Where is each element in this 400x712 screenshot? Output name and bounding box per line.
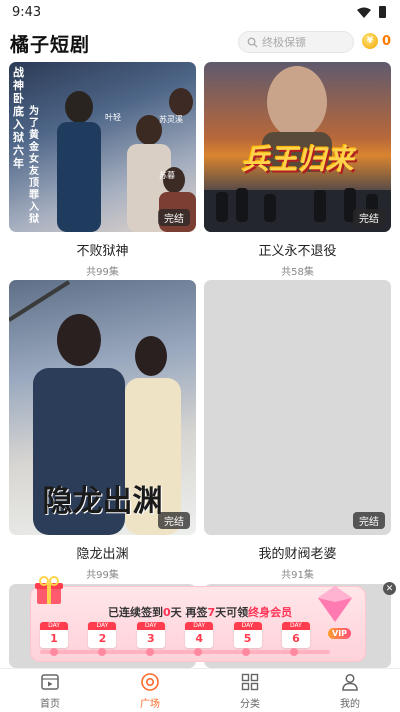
status-badge: 完结 bbox=[353, 209, 385, 226]
drama-poster[interactable]: 完结 bbox=[204, 280, 391, 535]
progress-dot bbox=[194, 648, 202, 656]
drama-poster[interactable]: 隐龙出渊 完结 bbox=[9, 280, 196, 535]
drama-card[interactable]: 战神卧底入狱六年 为了黄金女友顶罪入狱 叶轻 苏灵溪 苏暮 完结 不败狱神 共9… bbox=[9, 62, 196, 278]
checkin-day[interactable]: DAY 5 bbox=[233, 622, 262, 648]
progress-dot bbox=[146, 648, 154, 656]
checkin-day[interactable]: DAY 4 bbox=[185, 622, 214, 648]
poster-caption: 叶轻 bbox=[105, 113, 121, 122]
day-header: DAY bbox=[281, 622, 310, 630]
checkin-day[interactable]: DAY 2 bbox=[88, 622, 117, 648]
checkin-streak: 0 bbox=[163, 606, 171, 619]
day-header: DAY bbox=[185, 622, 214, 630]
search-box[interactable]: 终极保镖 bbox=[238, 31, 354, 53]
checkin-days: DAY 1 DAY 2 DAY 3 DAY 4 DAY 5 DAY 6 bbox=[40, 622, 310, 648]
progress-dot bbox=[98, 648, 106, 656]
drama-card[interactable]: 兵王归来 完结 正义永不退役 共58集 bbox=[204, 62, 391, 278]
progress-dot bbox=[50, 648, 58, 656]
checkin-progress-track bbox=[40, 648, 330, 656]
grid-icon bbox=[241, 673, 259, 690]
status-badge: 完结 bbox=[158, 512, 190, 529]
user-icon bbox=[342, 673, 358, 691]
drama-title[interactable]: 我的财阀老婆 bbox=[204, 543, 391, 562]
checkin-text-mid2: 天可领 bbox=[215, 606, 249, 619]
bottom-nav: 首页 广场 分类 我的 bbox=[0, 668, 400, 712]
status-icons bbox=[357, 6, 386, 18]
vip-badge: VIP bbox=[328, 628, 352, 639]
poster-caption: 战神卧底入狱六年 bbox=[13, 66, 24, 170]
checkin-text-mid1: 天 再签 bbox=[170, 606, 208, 619]
nav-label: 首页 bbox=[40, 698, 60, 710]
day-number: 4 bbox=[195, 632, 203, 645]
nav-label: 我的 bbox=[340, 698, 360, 710]
search-icon bbox=[247, 37, 258, 48]
drama-title[interactable]: 正义永不退役 bbox=[204, 240, 391, 259]
nav-item-category[interactable]: 分类 bbox=[200, 669, 300, 712]
poster-caption: 兵王归来 bbox=[241, 143, 354, 176]
day-number: 5 bbox=[243, 632, 252, 645]
app-title: 橘子短剧 bbox=[10, 33, 91, 56]
day-number: 2 bbox=[98, 632, 107, 645]
checkin-remaining: 7 bbox=[207, 606, 216, 619]
day-header: DAY bbox=[40, 622, 68, 630]
drama-title[interactable]: 隐龙出渊 bbox=[9, 543, 196, 562]
drama-title[interactable]: 不败狱神 bbox=[9, 240, 196, 259]
disc-icon bbox=[141, 672, 159, 691]
day-header: DAY bbox=[136, 622, 165, 630]
day-number: 1 bbox=[50, 632, 58, 645]
nav-label: 分类 bbox=[240, 698, 260, 710]
progress-dot bbox=[290, 648, 298, 656]
wifi-icon bbox=[357, 7, 371, 18]
checkin-day[interactable]: DAY 6 bbox=[281, 622, 310, 648]
drama-card[interactable]: 完结 我的财阀老婆 共91集 bbox=[204, 280, 391, 581]
nav-label: 广场 bbox=[140, 698, 160, 710]
coin-count: 0 bbox=[382, 33, 392, 49]
diamond-icon bbox=[318, 586, 352, 622]
checkin-message: 已连续签到0天 再签7天可领终身会员 bbox=[108, 604, 292, 620]
drama-episodes: 共99集 bbox=[86, 267, 119, 278]
drama-poster[interactable]: 兵王归来 完结 bbox=[204, 62, 391, 232]
search-placeholder: 终极保镖 bbox=[262, 36, 306, 49]
header: 橘子短剧 终极保镖 ¥ 0 bbox=[0, 26, 400, 60]
day-header: DAY bbox=[88, 622, 117, 630]
checkin-day[interactable]: DAY 1 bbox=[40, 622, 68, 648]
status-time: 9:43 bbox=[12, 4, 42, 20]
checkin-reward: 终身会员 bbox=[248, 606, 293, 619]
gift-icon bbox=[35, 576, 63, 604]
poster-caption: 苏暮 bbox=[159, 171, 175, 180]
coin-icon: ¥ bbox=[362, 33, 378, 49]
day-header: DAY bbox=[233, 622, 262, 630]
close-icon[interactable]: ✕ bbox=[383, 582, 396, 595]
drama-episodes: 共58集 bbox=[281, 267, 314, 278]
status-badge: 完结 bbox=[158, 209, 190, 226]
video-icon bbox=[41, 673, 59, 690]
drama-episodes: 共91集 bbox=[281, 570, 314, 581]
day-number: 3 bbox=[146, 632, 155, 645]
nav-item-plaza[interactable]: 广场 bbox=[100, 669, 200, 712]
poster-caption: 为了黄金女友顶罪入狱 bbox=[29, 106, 39, 225]
day-number: 6 bbox=[292, 632, 300, 645]
drama-poster[interactable]: 战神卧底入狱六年 为了黄金女友顶罪入狱 叶轻 苏灵溪 苏暮 完结 bbox=[9, 62, 196, 232]
poster-caption: 苏灵溪 bbox=[159, 115, 183, 124]
nav-item-mine[interactable]: 我的 bbox=[300, 669, 400, 712]
status-bar: 9:43 bbox=[0, 0, 400, 24]
battery-icon bbox=[379, 6, 386, 18]
checkin-text-prefix: 已连续签到 bbox=[108, 606, 163, 619]
status-badge: 完结 bbox=[353, 512, 385, 529]
coin-balance[interactable]: ¥ 0 bbox=[362, 33, 391, 49]
drama-card[interactable]: 隐龙出渊 完结 隐龙出渊 共99集 bbox=[9, 280, 196, 581]
nav-item-home[interactable]: 首页 bbox=[0, 669, 100, 712]
progress-dot bbox=[242, 648, 250, 656]
checkin-day[interactable]: DAY 3 bbox=[136, 622, 165, 648]
